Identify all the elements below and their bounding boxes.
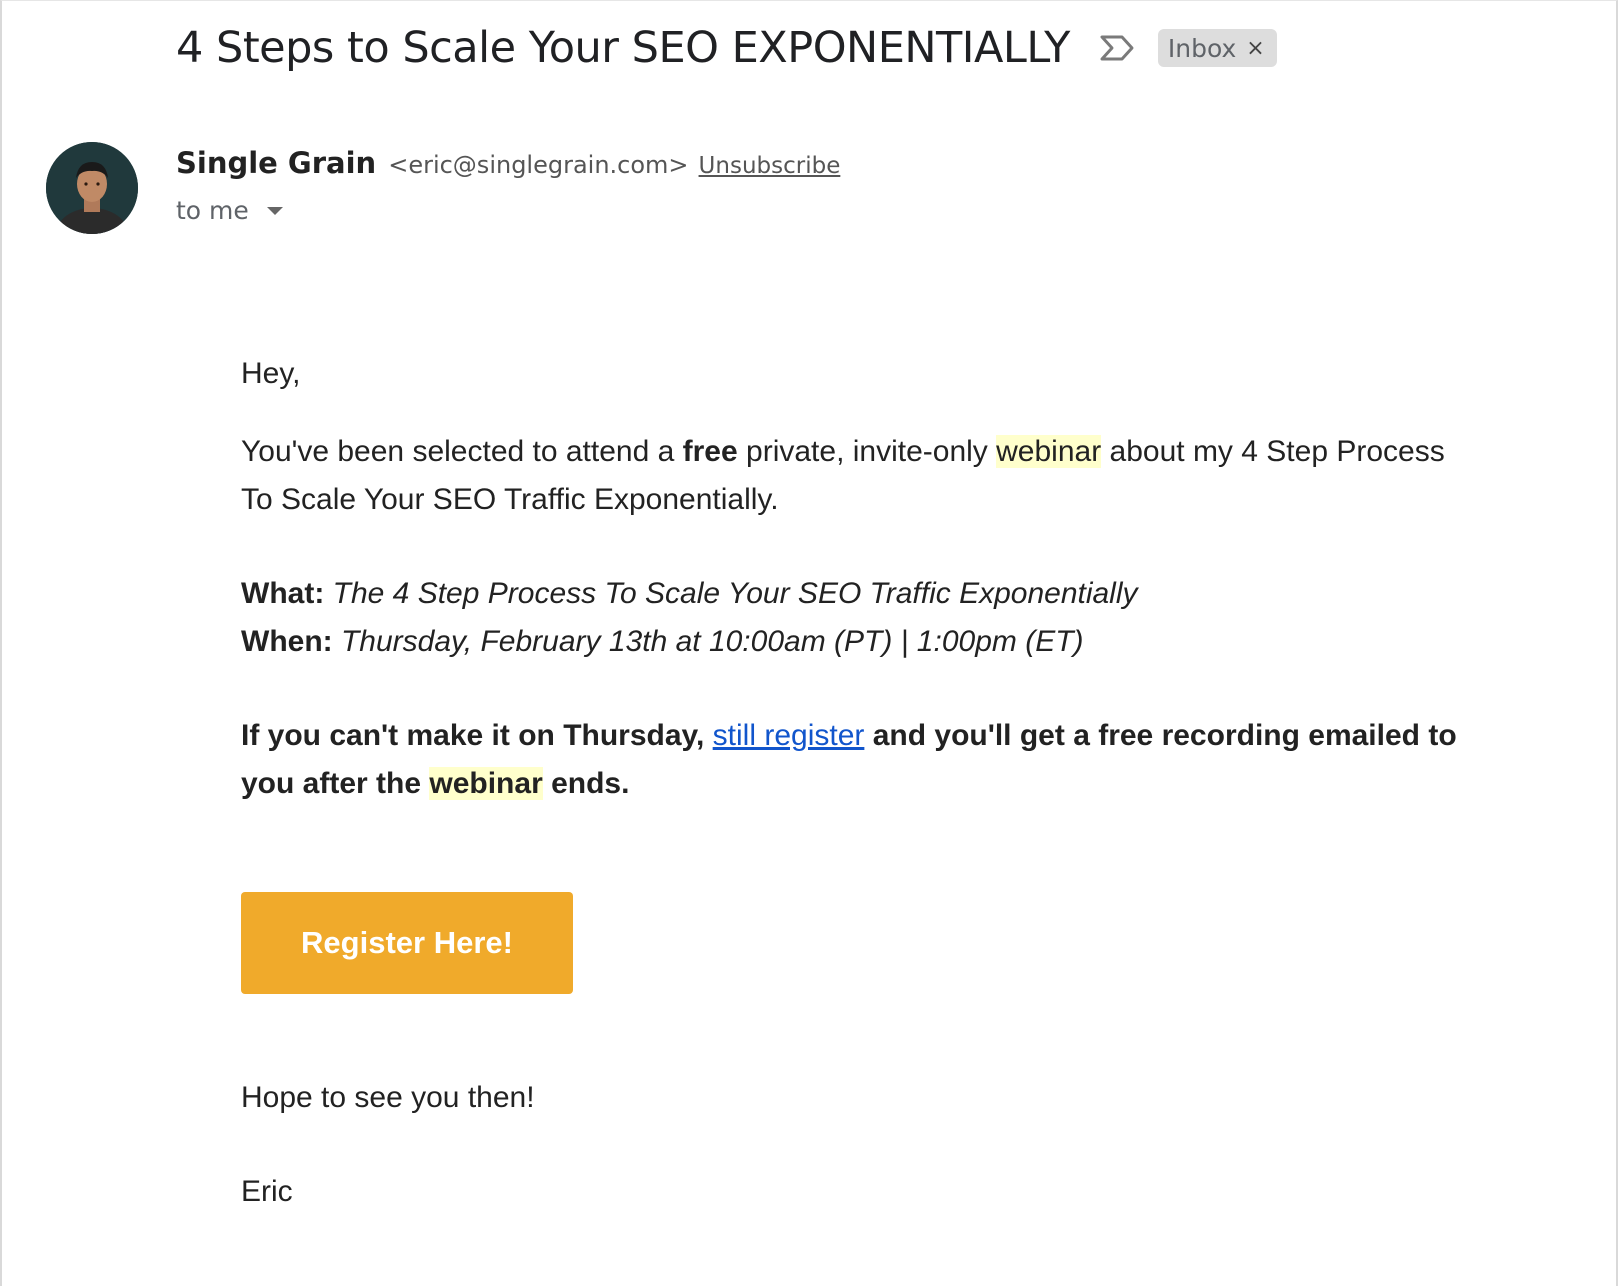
note-webinar-highlight: webinar [429, 767, 543, 800]
recipient-text: to me [176, 196, 249, 225]
sender-email: <eric@singlegrain.com> [388, 151, 689, 179]
sender-line: Single Grain <eric@singlegrain.com> Unsu… [176, 146, 840, 180]
remove-label-icon[interactable]: × [1246, 36, 1264, 61]
subject-row: 4 Steps to Scale Your SEO EXPONENTIALLY … [176, 18, 1277, 78]
when-value: Thursday, February 13th at 10:00am (PT) … [340, 625, 1084, 658]
what-label: What: [241, 577, 325, 610]
intro-free: free [682, 435, 738, 468]
signature: Eric [241, 1175, 293, 1208]
intro-text-1: You've been selected to attend a [241, 435, 683, 468]
register-here-button[interactable]: Register Here! [241, 892, 573, 994]
when-label: When: [241, 625, 333, 658]
note-text-1: If you can't make it on Thursday, [241, 719, 713, 752]
what-line: What: The 4 Step Process To Scale Your S… [241, 570, 1481, 618]
email-body: Hey, You've been selected to attend a fr… [241, 350, 1481, 808]
email-subject: 4 Steps to Scale Your SEO EXPONENTIALLY [176, 23, 1070, 73]
what-value: The 4 Step Process To Scale Your SEO Tra… [332, 577, 1138, 610]
importance-marker-icon[interactable] [1098, 33, 1138, 63]
note-text-3: ends. [542, 767, 630, 800]
inbox-label-chip[interactable]: Inbox × [1157, 29, 1277, 67]
sender-name: Single Grain [176, 146, 377, 180]
unsubscribe-link[interactable]: Unsubscribe [699, 153, 841, 179]
avatar [46, 142, 138, 234]
still-register-link[interactable]: still register [713, 719, 865, 752]
note-paragraph: If you can't make it on Thursday, still … [241, 712, 1481, 808]
chevron-down-icon[interactable] [266, 206, 283, 215]
inbox-label-text: Inbox [1167, 33, 1237, 63]
recipient-line: to me [176, 196, 283, 225]
intro-webinar-highlight: webinar [996, 435, 1102, 468]
when-line: When: Thursday, February 13th at 10:00am… [241, 618, 1481, 666]
email-closing: Hope to see you then! Eric [241, 1074, 1481, 1216]
intro-paragraph: You've been selected to attend a free pr… [241, 428, 1481, 524]
intro-text-2: private, invite-only [737, 435, 997, 468]
greeting: Hey, [241, 357, 301, 390]
closing-line: Hope to see you then! [241, 1081, 535, 1114]
